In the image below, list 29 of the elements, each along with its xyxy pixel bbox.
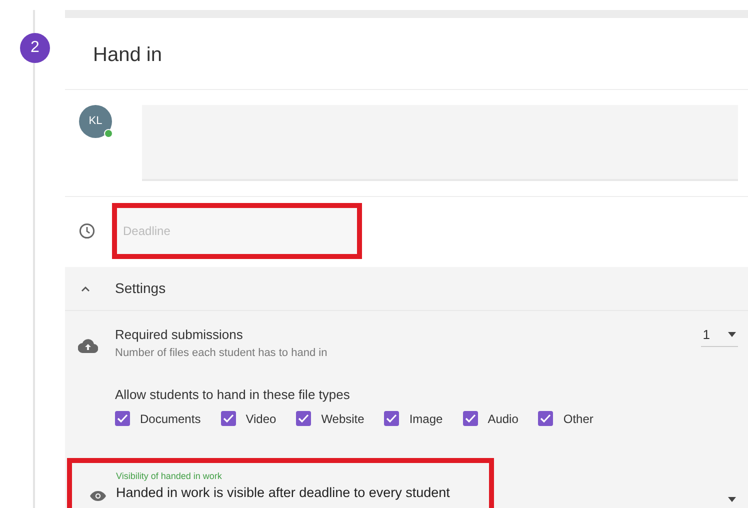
checkbox-label[interactable]: Image <box>409 410 443 428</box>
checkbox[interactable] <box>296 411 312 426</box>
checkbox[interactable] <box>115 411 130 426</box>
checkbox-label[interactable]: Audio <box>488 410 518 428</box>
eye-icon <box>90 490 106 500</box>
checkbox[interactable] <box>220 411 236 426</box>
checkbox[interactable] <box>384 411 400 426</box>
file-types-label: Allow students to hand in these file types <box>115 386 351 404</box>
checkbox[interactable] <box>462 411 478 426</box>
checkbox-label[interactable]: Website <box>321 410 364 428</box>
dropdown-caret-icon[interactable] <box>728 496 736 502</box>
setting-label: Required submissions <box>115 326 244 344</box>
collapse-icon[interactable] <box>81 286 90 292</box>
deadline-field[interactable]: Deadline <box>117 208 357 254</box>
setting-hint: Number of files each student has to hand in <box>115 346 328 360</box>
clock-icon <box>79 223 95 239</box>
checkbox-label[interactable]: Documents <box>140 410 201 428</box>
cloud-icon <box>78 339 98 353</box>
field-label: Visibility of handed in work <box>116 470 223 483</box>
count-dropdown[interactable]: 1 <box>700 325 738 347</box>
settings-title[interactable]: Settings <box>115 278 166 299</box>
checkbox-label[interactable]: Video <box>246 410 276 428</box>
avatar: KL <box>79 105 112 138</box>
caret-icon <box>728 332 736 337</box>
step-number: 2 <box>20 33 50 63</box>
visibility-dropdown[interactable]: Handed in work is visible after deadline to every student <box>116 483 450 504</box>
checkbox-label[interactable]: Other <box>563 410 594 428</box>
checkbox[interactable] <box>538 411 554 426</box>
card-title: Hand in <box>93 44 162 66</box>
